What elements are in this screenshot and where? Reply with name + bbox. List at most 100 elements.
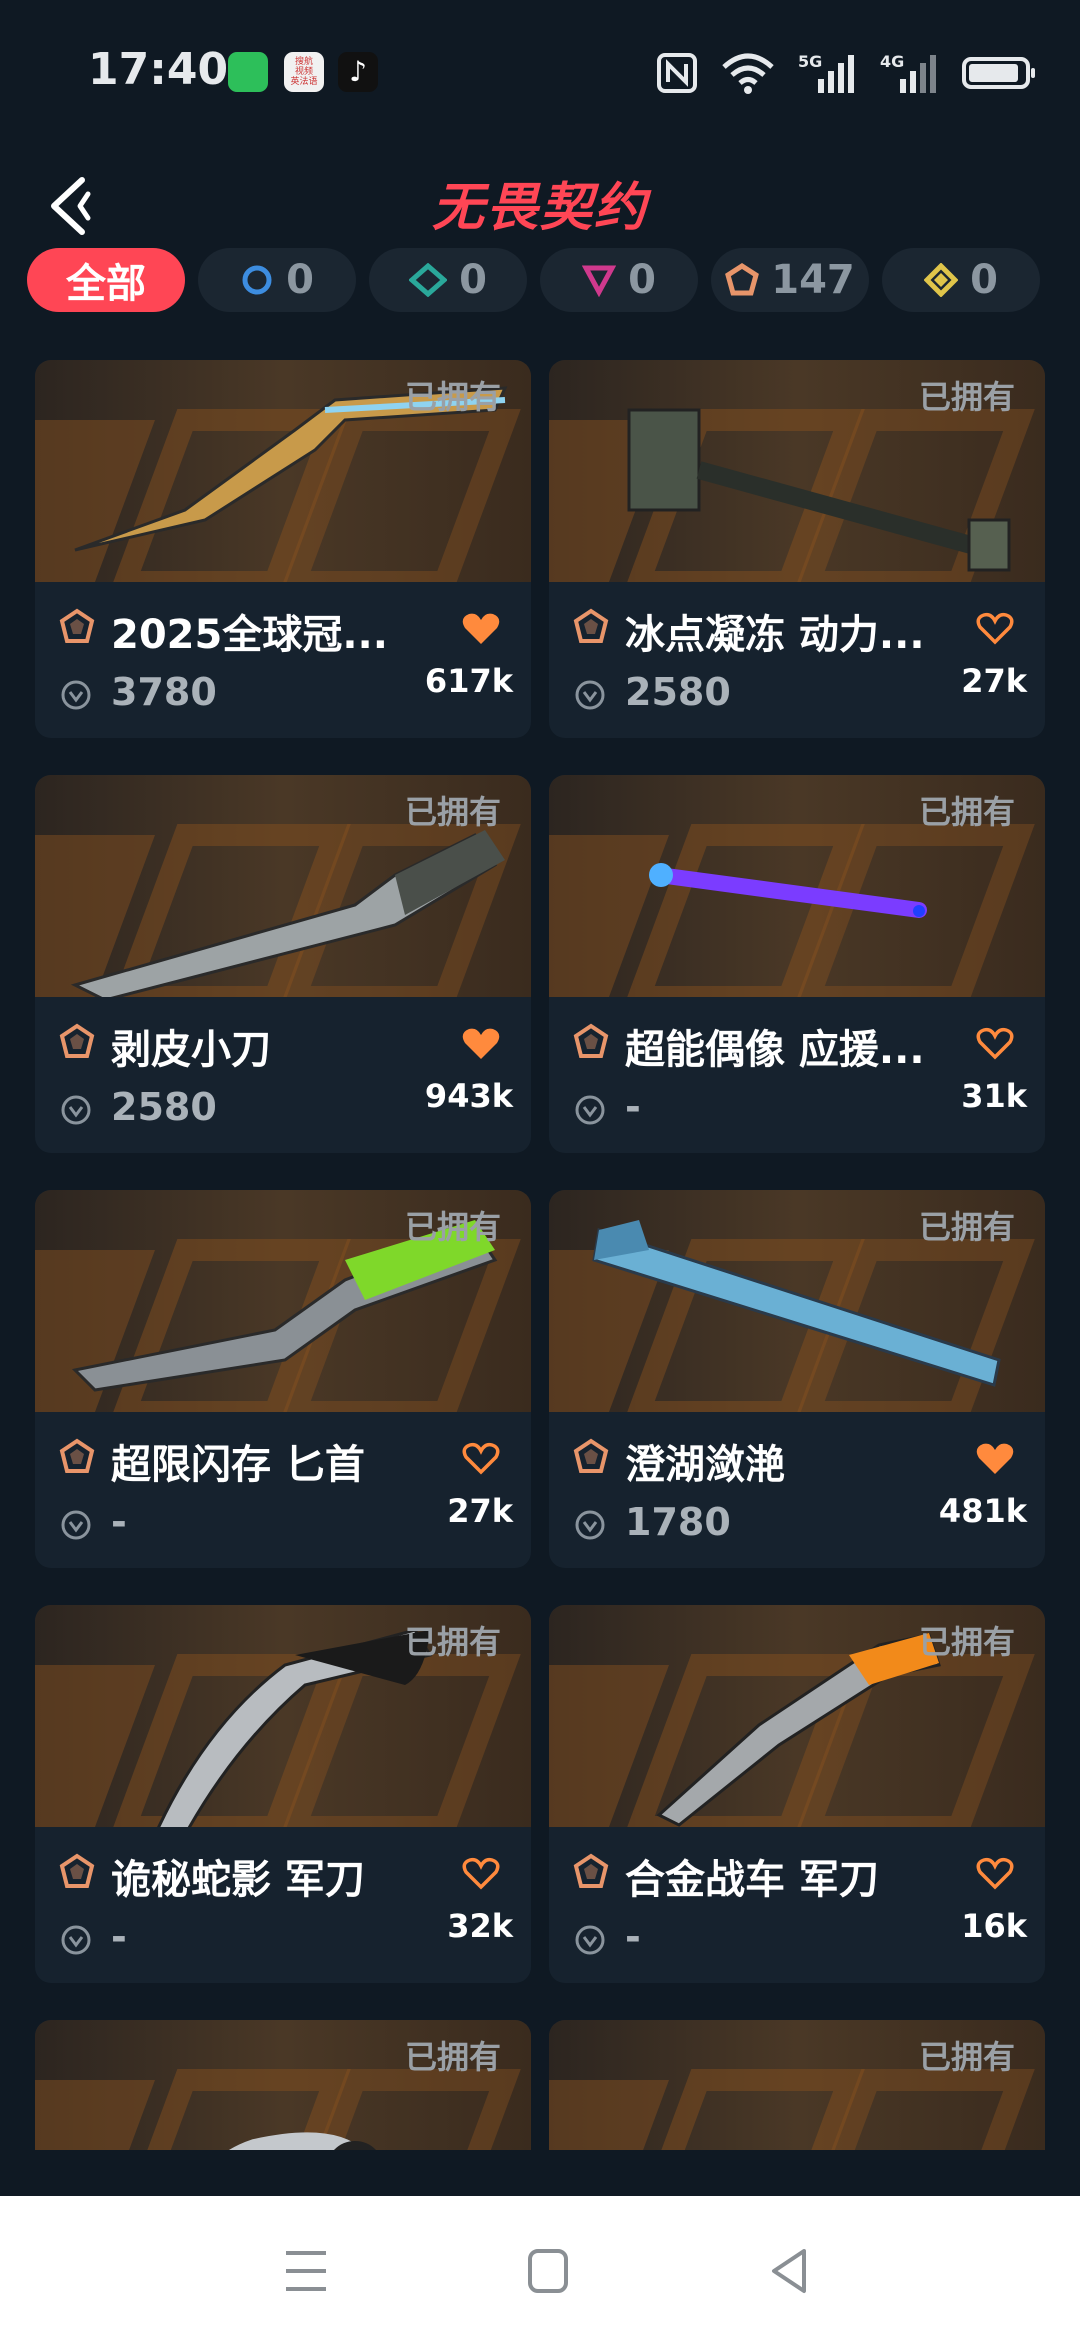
- skin-card[interactable]: 已拥有: [549, 2020, 1045, 2150]
- skin-image: 已拥有: [549, 2020, 1045, 2150]
- skin-image: 已拥有: [35, 1190, 531, 1412]
- owned-label: 已拥有: [918, 1208, 1015, 1246]
- skin-name: 冰点凝冻 动力...: [625, 612, 925, 658]
- owned-label: 已拥有: [404, 378, 501, 416]
- skin-image: 已拥有: [35, 2020, 531, 2150]
- skin-card[interactable]: 已拥有 2025全球冠... 3780 617k: [35, 360, 531, 738]
- owned-label: 已拥有: [404, 1623, 501, 1661]
- like-count: 481k: [938, 1492, 1027, 1530]
- skin-price: -: [625, 1915, 641, 1959]
- home-button[interactable]: [518, 2241, 578, 2301]
- filter-tier-1[interactable]: 0: [198, 248, 356, 312]
- skin-card[interactable]: 已拥有剥皮小刀 2580 943k: [35, 775, 531, 1153]
- skin-card[interactable]: 已拥有合金战车 军刀 - 16k: [549, 1605, 1045, 1983]
- skin-price: 2580: [111, 1085, 217, 1129]
- owned-label: 已拥有: [404, 1208, 501, 1246]
- triangle-back-icon: [772, 2249, 806, 2293]
- vp-currency-icon: [575, 680, 605, 710]
- skin-image: 已拥有: [35, 775, 531, 997]
- filter-tier-5[interactable]: 0: [882, 248, 1040, 312]
- filter-all[interactable]: 全部: [27, 248, 185, 312]
- skin-image: 已拥有: [549, 775, 1045, 997]
- owned-label: 已拥有: [918, 793, 1015, 831]
- pentagon-tier-icon: [573, 608, 609, 643]
- like-count: 31k: [961, 1077, 1027, 1115]
- skin-image: 已拥有: [35, 360, 531, 582]
- svg-text:4G: 4G: [880, 52, 904, 71]
- filter-count: 0: [970, 257, 998, 303]
- nfc-icon: [656, 51, 698, 95]
- skin-image: 已拥有: [35, 1605, 531, 1827]
- like-count: 943k: [424, 1077, 513, 1115]
- pentagon-tier-icon: [59, 1023, 95, 1058]
- heart-icon[interactable]: [461, 1440, 501, 1476]
- heart-icon[interactable]: [461, 1025, 501, 1061]
- skin-name: 超能偶像 应援...: [625, 1027, 925, 1073]
- wifi-icon: [720, 51, 776, 95]
- filter-tier-4[interactable]: 147: [711, 248, 869, 312]
- skin-card[interactable]: 已拥有 诡秘蛇影 军刀 - 32k: [35, 1605, 531, 1983]
- pentagon-tier-icon: [725, 263, 760, 296]
- heart-icon[interactable]: [975, 1025, 1015, 1061]
- skin-image: 已拥有: [549, 360, 1045, 582]
- vp-currency-icon: [61, 1925, 91, 1955]
- vp-currency-icon: [61, 1095, 91, 1125]
- filter-tier-3[interactable]: 0: [540, 248, 698, 312]
- vp-currency-icon: [575, 1925, 605, 1955]
- page-title-logo: 无畏契约: [431, 178, 648, 238]
- filter-count: 0: [286, 257, 314, 303]
- recent-apps-button[interactable]: [276, 2241, 336, 2301]
- tier-filter-bar: 全部 0 0 0 147 0: [27, 248, 1067, 312]
- vp-currency-icon: [61, 680, 91, 710]
- like-count: 27k: [961, 662, 1027, 700]
- like-count: 617k: [424, 662, 513, 700]
- square-icon: [528, 2249, 568, 2293]
- skin-card[interactable]: 已拥有: [35, 2020, 531, 2150]
- skin-name: 澄湖潋滟: [625, 1442, 785, 1488]
- skin-price: -: [111, 1500, 127, 1544]
- heart-icon[interactable]: [461, 1855, 501, 1891]
- owned-label: 已拥有: [918, 2038, 1015, 2076]
- filter-tier-2[interactable]: 0: [369, 248, 527, 312]
- skin-grid: 已拥有 2025全球冠... 3780 617k 已拥有 冰点凝冻 动力... 2580 27…: [35, 360, 1045, 2150]
- back-nav-button[interactable]: [760, 2241, 820, 2301]
- messages-app-icon: [228, 52, 268, 92]
- skin-name: 超限闪存 匕首: [111, 1442, 365, 1488]
- heart-icon[interactable]: [975, 1855, 1015, 1891]
- signal-4g-icon: 4G: [880, 51, 940, 95]
- skin-card[interactable]: 已拥有冰点凝冻 动力... 2580 27k: [549, 360, 1045, 738]
- skin-image: 已拥有: [549, 1190, 1045, 1412]
- pentagon-tier-icon: [59, 1438, 95, 1473]
- battery-icon: [962, 51, 1035, 95]
- owned-label: 已拥有: [918, 1623, 1015, 1661]
- like-count: 16k: [961, 1907, 1027, 1945]
- pentagon-tier-icon: [573, 1438, 609, 1473]
- skin-card[interactable]: 已拥有超能偶像 应援... - 31k: [549, 775, 1045, 1153]
- heart-icon[interactable]: [975, 1440, 1015, 1476]
- diamond-tier-icon: [409, 263, 448, 297]
- circle-tier-icon: [242, 265, 272, 295]
- filter-count: 0: [628, 257, 656, 303]
- like-count: 27k: [447, 1492, 513, 1530]
- owned-label: 已拥有: [404, 2038, 501, 2076]
- menu-icon: [286, 2251, 326, 2291]
- skin-price: -: [625, 1085, 641, 1129]
- triangle-tier-icon: [582, 265, 617, 297]
- owned-label: 已拥有: [404, 793, 501, 831]
- heart-icon[interactable]: [461, 610, 501, 646]
- tiktok-icon: ♪: [338, 52, 378, 92]
- skin-price: 3780: [111, 670, 217, 714]
- skin-name: 剥皮小刀: [111, 1027, 271, 1073]
- pentagon-tier-icon: [59, 608, 95, 643]
- skin-name: 2025全球冠...: [111, 612, 388, 658]
- skin-price: 2580: [625, 670, 731, 714]
- skin-card[interactable]: 已拥有 澄湖潋滟 1780 481k: [549, 1190, 1045, 1568]
- signal-5g-icon: 5G: [798, 51, 858, 95]
- system-icons: 5G 4G: [656, 48, 1035, 98]
- heart-icon[interactable]: [975, 610, 1015, 646]
- skin-card[interactable]: 已拥有超限闪存 匕首 - 27k: [35, 1190, 531, 1568]
- vp-currency-icon: [575, 1095, 605, 1125]
- filter-count: 0: [459, 257, 487, 303]
- skin-name: 合金战车 军刀: [625, 1857, 879, 1903]
- status-time: 17:40: [88, 44, 229, 95]
